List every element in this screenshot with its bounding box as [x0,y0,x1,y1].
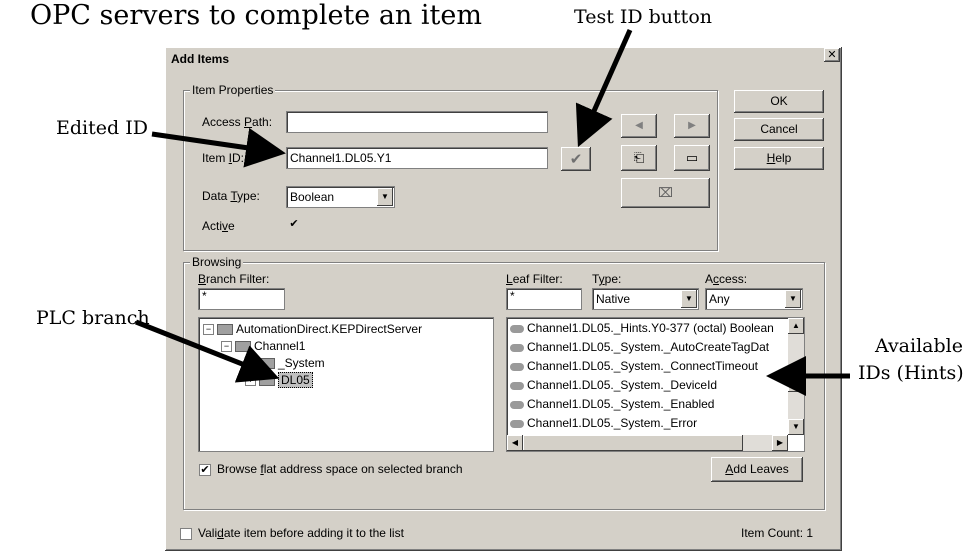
arrow-edited-id [151,127,286,168]
arrow-plc-branch [135,319,280,383]
callout-arrows [135,28,850,396]
arrow-test-id [575,28,633,148]
